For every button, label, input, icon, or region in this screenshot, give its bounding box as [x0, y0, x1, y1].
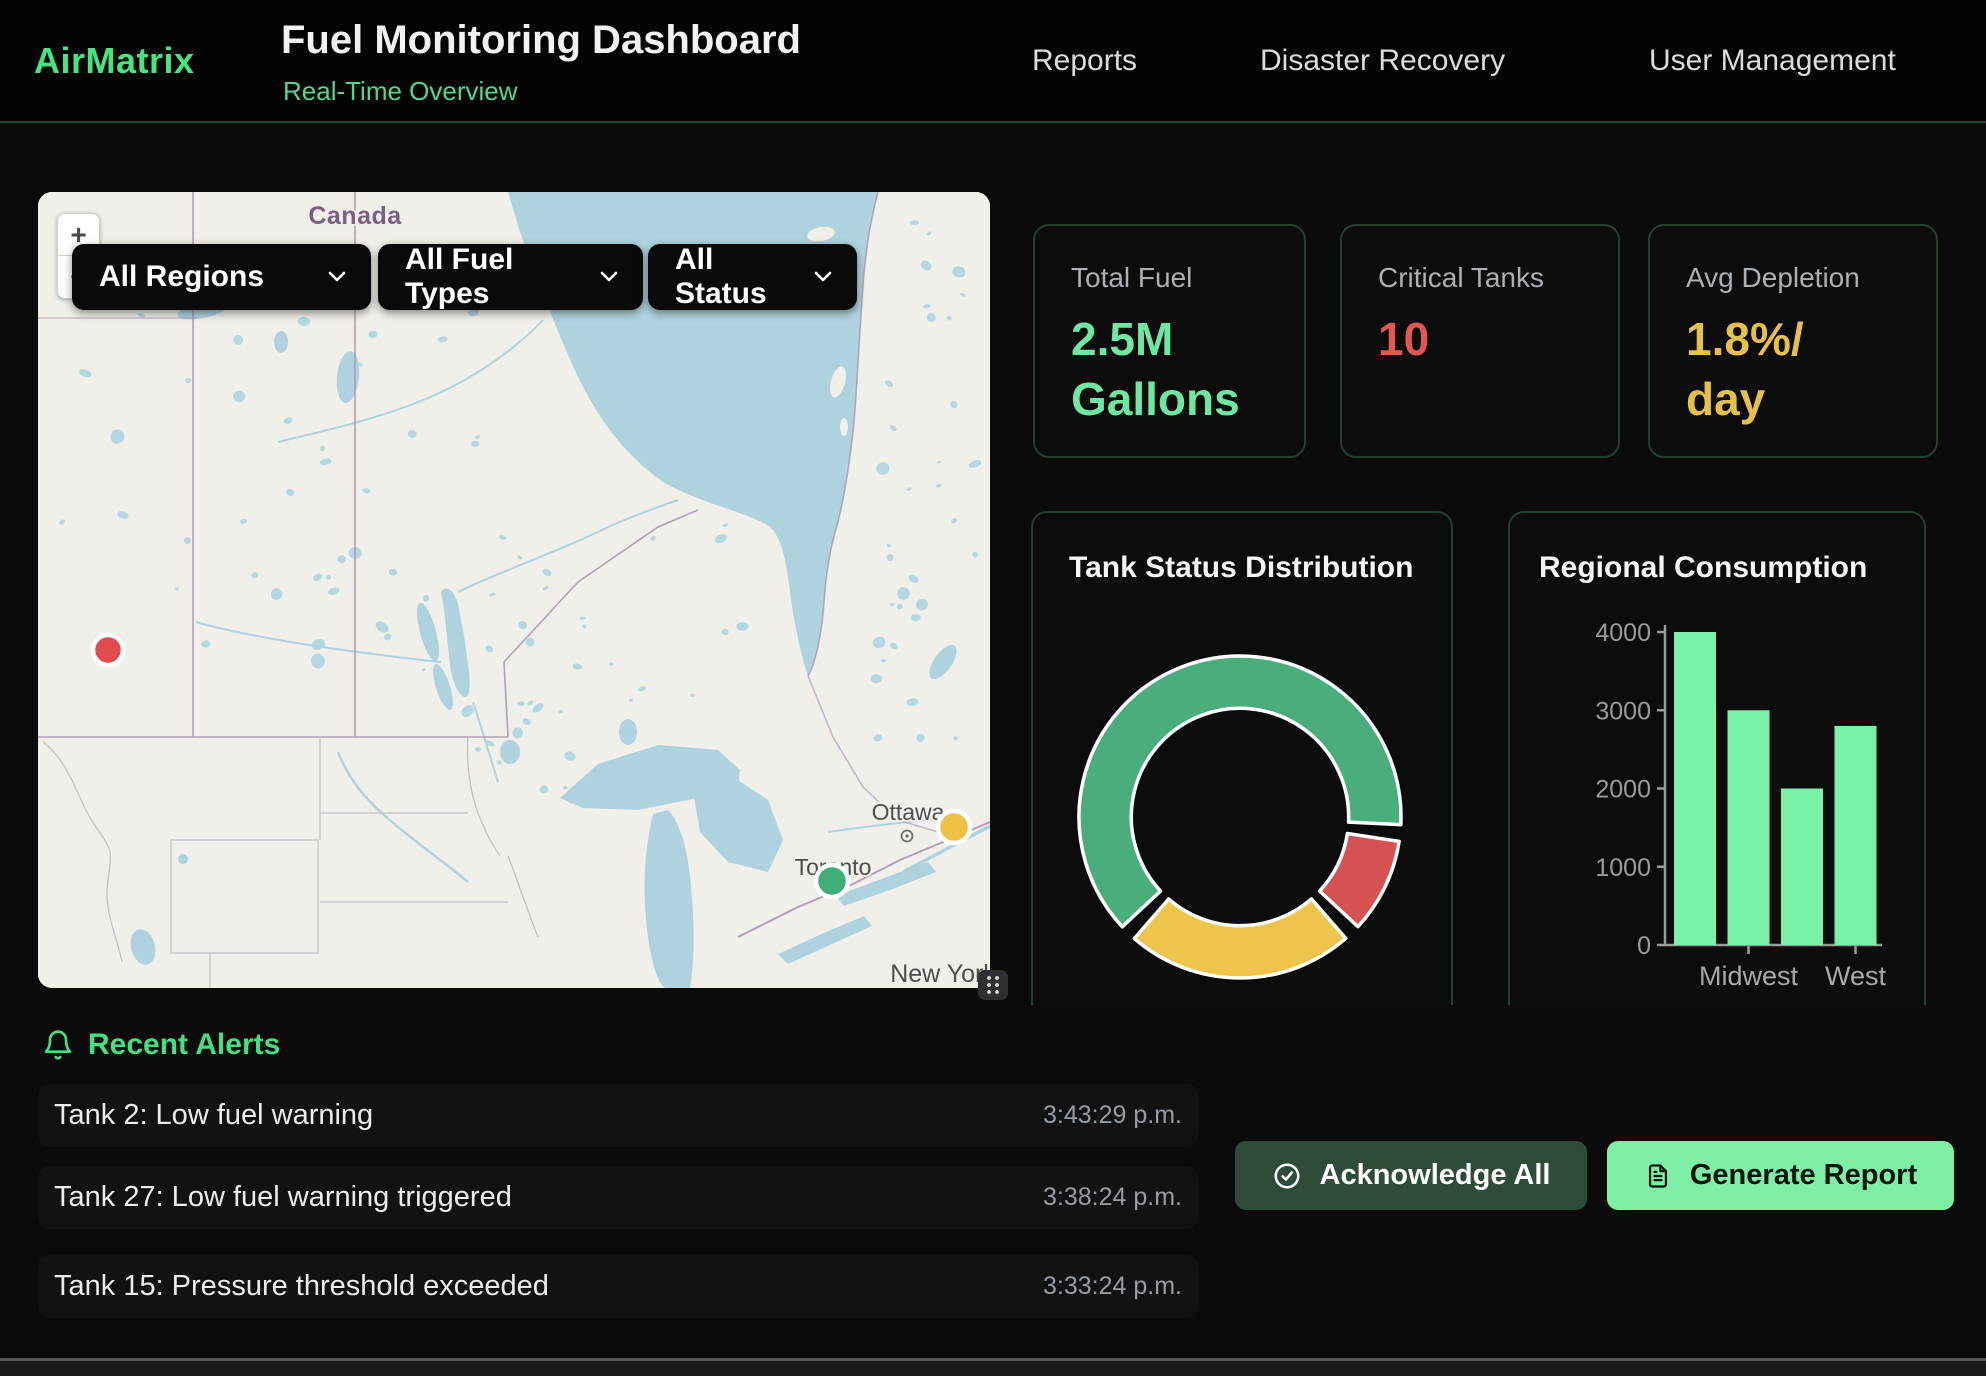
alert-row[interactable]: Tank 27: Low fuel warning triggered 3:38… [38, 1166, 1198, 1229]
map-label-ottawa: Ottawa [872, 799, 945, 825]
stat-label: Critical Tanks [1378, 262, 1544, 294]
chevron-down-icon [789, 270, 833, 284]
regional-consumption-card: Regional Consumption 01000200030004000Mi… [1508, 511, 1926, 1005]
regional-consumption-bar-chart: 0 1000 2000 3000 4000 Midwest West [1510, 513, 1928, 1005]
chevron-down-icon [575, 270, 619, 284]
alert-text: Tank 2: Low fuel warning [54, 1099, 373, 1132]
alert-timestamp: 3:38:24 p.m. [1043, 1183, 1182, 1212]
tank-marker-normal[interactable] [816, 865, 848, 897]
map-label-canada: Canada [308, 202, 402, 230]
map-label-new-york: New York [890, 960, 990, 988]
file-text-icon [1644, 1162, 1672, 1190]
fuel-type-filter-dropdown[interactable]: All Fuel Types [378, 244, 643, 310]
stat-label: Total Fuel [1071, 262, 1192, 294]
stat-label: Avg Depletion [1686, 262, 1860, 294]
stat-value: 2.5MGallons [1071, 310, 1240, 430]
alert-timestamp: 3:33:24 p.m. [1043, 1272, 1182, 1301]
svg-text:West: West [1825, 961, 1887, 991]
region-filter-value: All Regions [99, 260, 264, 294]
alert-timestamp: 3:43:29 p.m. [1043, 1101, 1182, 1130]
tank-marker-warning[interactable] [938, 811, 970, 843]
acknowledge-all-label: Acknowledge All [1320, 1159, 1551, 1192]
stat-card-total-fuel: Total Fuel 2.5MGallons [1033, 224, 1306, 458]
acknowledge-all-button[interactable]: Acknowledge All [1235, 1141, 1587, 1210]
svg-text:3000: 3000 [1595, 697, 1651, 725]
svg-text:0: 0 [1637, 932, 1651, 960]
alert-row[interactable]: Tank 15: Pressure threshold exceeded 3:3… [38, 1255, 1198, 1318]
dashboard-section: Canada Ottawa Toronto New York + − All R… [0, 0, 1986, 1005]
chevron-down-icon [303, 270, 347, 284]
alert-text: Tank 27: Low fuel warning triggered [54, 1181, 512, 1214]
alert-text: Tank 15: Pressure threshold exceeded [54, 1270, 549, 1303]
status-filter-dropdown[interactable]: All Status [648, 244, 857, 310]
tank-status-donut-chart [1033, 513, 1455, 1005]
check-circle-icon [1272, 1161, 1302, 1191]
svg-text:2000: 2000 [1595, 776, 1651, 804]
alerts-header: Recent Alerts [42, 1028, 280, 1062]
stat-card-critical-tanks: Critical Tanks 10 [1340, 224, 1620, 458]
fuel-monitoring-dashboard: AirMatrix Fuel Monitoring Dashboard Real… [0, 0, 1986, 1376]
map-resize-handle[interactable] [978, 970, 1008, 1000]
svg-text:Midwest: Midwest [1699, 961, 1799, 991]
alerts-title: Recent Alerts [88, 1028, 280, 1062]
svg-text:4000: 4000 [1595, 619, 1651, 647]
stat-value: 10 [1378, 310, 1429, 370]
generate-report-button[interactable]: Generate Report [1607, 1141, 1954, 1210]
tank-status-distribution-card: Tank Status Distribution [1031, 511, 1453, 1005]
grip-dots-icon [978, 970, 1008, 1000]
fuel-tank-map[interactable]: Canada Ottawa Toronto New York + − All R… [38, 192, 990, 988]
bell-icon [42, 1029, 74, 1061]
svg-text:1000: 1000 [1595, 854, 1651, 882]
region-filter-dropdown[interactable]: All Regions [72, 244, 371, 310]
status-filter-value: All Status [675, 243, 789, 311]
basemap: Canada Ottawa Toronto New York [38, 192, 990, 988]
alert-row[interactable]: Tank 2: Low fuel warning 3:43:29 p.m. [38, 1084, 1198, 1147]
stat-value: 1.8%/day [1686, 310, 1804, 430]
generate-report-label: Generate Report [1690, 1159, 1917, 1192]
fuel-type-filter-value: All Fuel Types [405, 243, 575, 311]
stat-card-avg-depletion: Avg Depletion 1.8%/day [1648, 224, 1938, 458]
footer-strip [0, 1361, 1986, 1376]
tank-marker-critical[interactable] [93, 635, 123, 665]
